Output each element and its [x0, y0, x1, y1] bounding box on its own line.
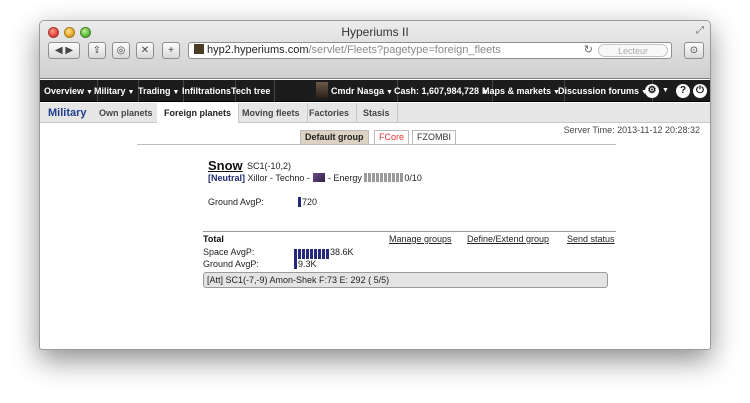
ground-bar	[294, 259, 297, 269]
tab-fcore[interactable]: FCore	[374, 130, 410, 144]
nav-label: Military	[94, 86, 126, 96]
energy-segment	[400, 173, 404, 182]
energy-segment	[392, 173, 396, 182]
url-host: hyp2.hyperiums.com	[207, 44, 309, 56]
planet-ground-avgp: 720	[298, 197, 317, 207]
energy-label: - Energy	[327, 173, 362, 183]
nav-label: Infiltrations	[182, 86, 231, 96]
new-tab-icon[interactable]: +	[162, 42, 180, 59]
tools-icon[interactable]: ✕	[136, 42, 154, 59]
nav-label: Cmdr Nasga	[331, 86, 385, 96]
space-avgp-label: Space AvgP:	[203, 247, 255, 257]
fullscreen-icon[interactable]: ⤢	[696, 25, 704, 36]
planet-info: [Neutral] Xillor - Techno - - Energy 0/10	[208, 173, 422, 184]
main-nav: Overview ▼ Military ▼ Trading ▼ Infiltratio…	[40, 80, 710, 102]
ground-avgp-label: Ground AvgP:	[203, 259, 259, 269]
nav-discussion-forums[interactable]: Discussion forums▼	[554, 80, 653, 102]
planet-race-techno: Xillor - Techno -	[247, 173, 310, 183]
nav-military[interactable]: Military ▼	[90, 80, 140, 102]
planet-status: [Neutral]	[208, 173, 246, 183]
planet-name-link[interactable]: Snow	[208, 158, 243, 173]
space-value: 38.6K	[330, 247, 354, 257]
nav-tech-tree[interactable]: Tech tree	[227, 80, 276, 102]
subnav-factories[interactable]: Factories	[302, 103, 358, 123]
space-bar-segment	[322, 249, 325, 259]
ground-avgp: 9.3K	[294, 259, 317, 269]
nav-trading[interactable]: Trading ▼	[134, 80, 185, 102]
space-bar-segment	[306, 249, 309, 259]
nav-label: Discussion forums	[558, 86, 640, 96]
total-divider	[203, 231, 616, 232]
military-subnav: Military Own planets Foreign planets Mov…	[40, 103, 710, 123]
energy-segment	[380, 173, 384, 182]
ground-value: 9.3K	[298, 259, 317, 269]
nav-commander[interactable]: Cmdr Nasga ▼	[312, 80, 398, 102]
energy-segment	[368, 173, 372, 182]
share-icon[interactable]: ⇪	[88, 42, 106, 59]
nav-label: Maps & markets	[482, 86, 552, 96]
tab-divider	[137, 144, 616, 145]
address-bar[interactable]: hyp2.hyperiums.com/servlet/Fleets?pagety…	[188, 42, 672, 59]
favicon-icon	[194, 44, 204, 54]
planet-coord: SC1(-10,2)	[247, 161, 292, 171]
avatar	[316, 82, 328, 98]
space-bar-segment	[326, 249, 329, 259]
energy-value: 0/10	[404, 173, 422, 183]
url-path: /servlet/Fleets?pagetype=foreign_fleets	[308, 44, 501, 56]
total-label: Total	[203, 234, 224, 244]
space-bars	[294, 249, 330, 259]
space-bar-segment	[294, 249, 297, 259]
power-icon[interactable]: ⏻	[693, 84, 707, 98]
planet-ground-avgp-label: Ground AvgP:	[208, 197, 264, 207]
subnav-stasis[interactable]: Stasis	[356, 103, 398, 123]
downloads-icon[interactable]: ⊙	[684, 42, 704, 59]
energy-segment	[396, 173, 400, 182]
space-avgp: 38.6K	[294, 247, 354, 259]
title-bar: Hyperiums II ⤢ ◀ ▶ ⇪ ◎ ✕ + hyp2.hyperium…	[40, 21, 710, 79]
space-bar-segment	[302, 249, 305, 259]
back-forward-button[interactable]: ◀ ▶	[48, 42, 80, 59]
define-extend-group-link[interactable]: Define/Extend group	[467, 234, 549, 244]
ground-bar	[298, 197, 301, 207]
nav-label: Cash: 1,607,984,728	[394, 86, 480, 96]
subnav-own-planets[interactable]: Own planets	[92, 103, 161, 123]
send-status-link[interactable]: Send status	[567, 234, 615, 244]
subnav-moving-fleets[interactable]: Moving fleets	[235, 103, 308, 123]
nav-label: Tech tree	[231, 86, 271, 96]
topsites-icon[interactable]: ◎	[112, 42, 130, 59]
energy-segment	[364, 173, 368, 182]
energy-segment	[384, 173, 388, 182]
nav-label: Overview	[44, 86, 85, 96]
server-time: Server Time: 2013-11-12 20:28:32	[563, 125, 700, 135]
planet-ground-value: 720	[302, 197, 318, 207]
manage-groups-link[interactable]: Manage groups	[389, 234, 452, 244]
help-icon[interactable]: ?	[676, 84, 690, 98]
window-title: Hyperiums II	[341, 25, 409, 39]
section-title: Military	[48, 107, 87, 119]
reload-icon[interactable]: ↻	[584, 43, 593, 58]
space-bar-segment	[318, 249, 321, 259]
nav-maps-markets[interactable]: Maps & markets ▼	[478, 80, 565, 102]
browser-window: Hyperiums II ⤢ ◀ ▶ ⇪ ◎ ✕ + hyp2.hyperium…	[39, 20, 711, 350]
energy-bar	[364, 173, 404, 184]
settings-gear-icon[interactable]: ⚙	[645, 84, 659, 98]
reader-button[interactable]: Lecteur	[598, 44, 668, 57]
fleet-row[interactable]: [Att] SC1(-7,-9) Amon-Shek F:73 E: 292 (…	[203, 272, 608, 288]
techno-icon	[312, 173, 325, 182]
nav-label: Trading	[138, 86, 171, 96]
space-bar-segment	[310, 249, 313, 259]
space-bar-segment	[298, 249, 301, 259]
energy-segment	[388, 173, 392, 182]
energy-segment	[376, 173, 380, 182]
subnav-foreign-planets[interactable]: Foreign planets	[157, 103, 240, 123]
tab-fzombi[interactable]: FZOMBI	[412, 130, 456, 144]
space-bar-segment	[314, 249, 317, 259]
chevron-down-icon[interactable]: ▼	[662, 87, 669, 94]
energy-segment	[372, 173, 376, 182]
tab-default-group[interactable]: Default group	[300, 130, 369, 144]
